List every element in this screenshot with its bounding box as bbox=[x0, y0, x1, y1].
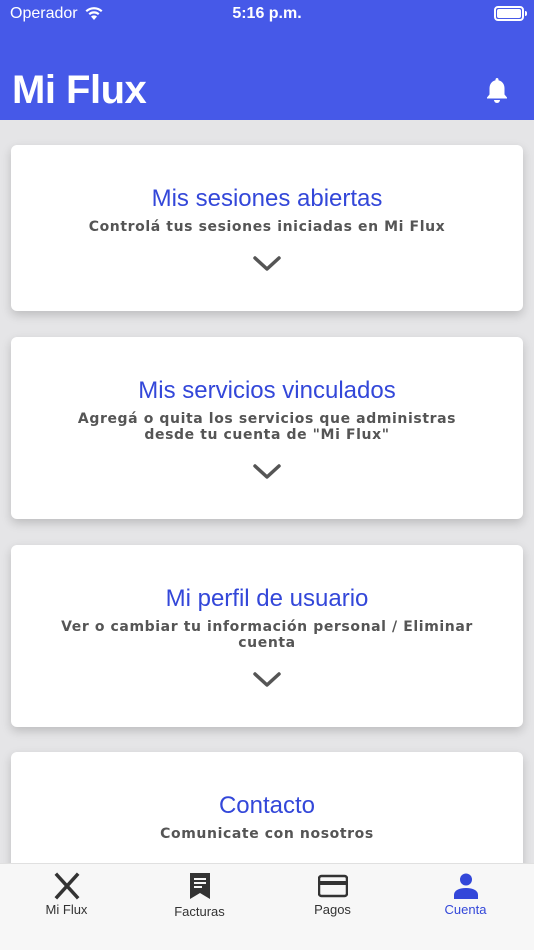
card-subtitle: Ver o cambiar tu información personal / … bbox=[61, 619, 473, 651]
card-contact[interactable]: Contacto Comunicate con nosotros bbox=[11, 752, 523, 865]
tab-label: Cuenta bbox=[444, 902, 487, 917]
card-subtitle: Agregá o quita los servicios que adminis… bbox=[77, 411, 457, 443]
tab-label: Facturas bbox=[174, 904, 225, 919]
card-title: Mis sesiones abiertas bbox=[151, 185, 383, 212]
tab-label: Pagos bbox=[314, 902, 351, 917]
chevron-down-icon[interactable] bbox=[252, 463, 282, 481]
card-linked-services[interactable]: Mis servicios vinculados Agregá o quita … bbox=[11, 337, 523, 519]
tab-facturas[interactable]: Facturas bbox=[133, 864, 266, 924]
app-header: Operador 5:16 p.m. Mi Flux bbox=[0, 0, 534, 120]
card-title: Mi perfil de usuario bbox=[165, 585, 369, 612]
card-user-profile[interactable]: Mi perfil de usuario Ver o cambiar tu in… bbox=[11, 545, 523, 727]
chevron-down-icon[interactable] bbox=[252, 671, 282, 689]
x-logo-icon bbox=[54, 872, 79, 900]
account-options-list: Mis sesiones abiertas Controlá tus sesio… bbox=[0, 120, 534, 865]
chevron-down-icon[interactable] bbox=[252, 255, 282, 273]
card-title: Contacto bbox=[218, 792, 316, 819]
card-title: Mis servicios vinculados bbox=[138, 377, 396, 404]
status-time: 5:16 p.m. bbox=[232, 5, 302, 22]
tab-pagos[interactable]: Pagos bbox=[266, 864, 399, 924]
app-title: Mi Flux bbox=[12, 68, 147, 112]
battery-icon bbox=[494, 6, 527, 21]
tab-cuenta[interactable]: Cuenta bbox=[399, 864, 532, 924]
credit-card-icon bbox=[317, 874, 348, 898]
user-icon bbox=[453, 873, 478, 899]
card-subtitle: Controlá tus sesiones iniciadas en Mi Fl… bbox=[88, 219, 446, 235]
status-bar: Operador 5:16 p.m. bbox=[0, 0, 534, 28]
receipt-icon bbox=[189, 873, 210, 899]
bottom-tab-bar: Mi Flux Facturas Pagos Cuenta bbox=[0, 863, 534, 950]
tab-mi-flux[interactable]: Mi Flux bbox=[0, 864, 133, 924]
card-sessions[interactable]: Mis sesiones abiertas Controlá tus sesio… bbox=[11, 145, 523, 311]
tab-label: Mi Flux bbox=[45, 902, 88, 917]
card-subtitle: Comunicate con nosotros bbox=[160, 826, 374, 842]
bell-icon[interactable] bbox=[484, 76, 510, 104]
